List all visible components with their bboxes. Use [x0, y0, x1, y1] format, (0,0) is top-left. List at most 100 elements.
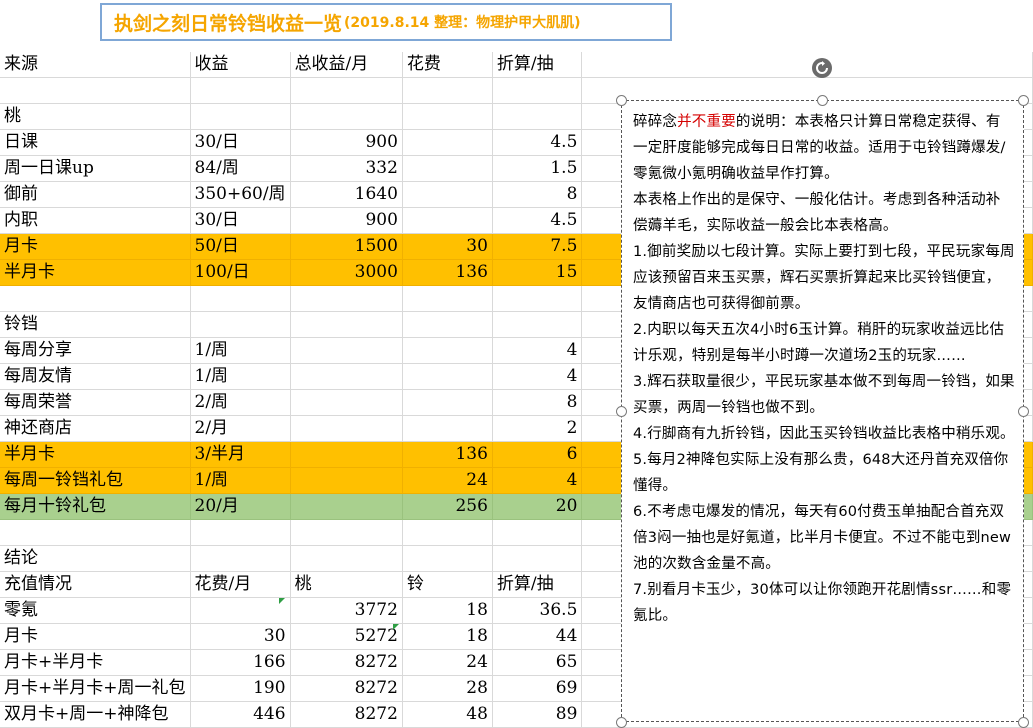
cell[interactable]: 4	[492, 363, 583, 390]
cell[interactable]: 100/日	[190, 259, 291, 286]
cell[interactable]: 4.5	[492, 129, 583, 156]
cell[interactable]: 256	[402, 493, 493, 520]
cell[interactable]: 来源	[0, 52, 191, 78]
cell[interactable]: 日课	[0, 129, 191, 156]
cell[interactable]: 每周一铃铛礼包	[0, 467, 191, 494]
cell[interactable]: 每周友情	[0, 363, 191, 390]
cell[interactable]: 50/日	[190, 233, 291, 260]
cell[interactable]: 24	[402, 467, 493, 494]
cell[interactable]: 每周分享	[0, 337, 191, 364]
cell[interactable]: 1/周	[190, 467, 291, 494]
cell[interactable]: 1.5	[492, 155, 583, 182]
cell[interactable]: 花费/月	[190, 571, 291, 598]
resize-handle-icon[interactable]	[817, 95, 828, 106]
cell[interactable]: 8272	[290, 675, 403, 702]
empty-cell[interactable]	[290, 285, 403, 312]
rotate-handle-icon[interactable]	[812, 58, 832, 78]
cell[interactable]: 15	[492, 259, 583, 286]
cell[interactable]: 2	[492, 415, 583, 442]
empty-cell[interactable]	[0, 519, 191, 546]
cell[interactable]	[402, 155, 493, 182]
cell[interactable]: 半月卡	[0, 441, 191, 468]
empty-cell[interactable]	[290, 519, 403, 546]
cell[interactable]	[402, 389, 493, 416]
cell[interactable]: 30	[402, 233, 493, 260]
cell[interactable]: 8272	[290, 649, 403, 676]
cell[interactable]: 月卡	[0, 233, 191, 260]
cell[interactable]: 18	[402, 597, 493, 624]
cell[interactable]	[190, 597, 291, 624]
empty-cell[interactable]	[492, 285, 583, 312]
cell[interactable]: 月卡+半月卡+周一礼包	[0, 675, 191, 702]
empty-cell[interactable]	[492, 519, 583, 546]
cell[interactable]: 18	[402, 623, 493, 650]
cell[interactable]: 332	[290, 155, 403, 182]
cell[interactable]: 65	[492, 649, 583, 676]
cell[interactable]: 折算/抽	[492, 571, 583, 598]
cell[interactable]: 周一日课up	[0, 155, 191, 182]
cell[interactable]: 48	[402, 701, 493, 728]
cell[interactable]: 神还商店	[0, 415, 191, 442]
empty-cell[interactable]	[190, 77, 291, 104]
cell[interactable]: 1500	[290, 233, 403, 260]
cell[interactable]: 8272	[290, 701, 403, 728]
cell[interactable]	[402, 363, 493, 390]
cell[interactable]: 7.5	[492, 233, 583, 260]
empty-cell[interactable]	[0, 77, 191, 104]
cell[interactable]	[290, 337, 403, 364]
cell[interactable]: 166	[190, 649, 291, 676]
cell[interactable]: 月卡	[0, 623, 191, 650]
cell[interactable]	[402, 415, 493, 442]
cell[interactable]: 3000	[290, 259, 403, 286]
cell[interactable]: 3772	[290, 597, 403, 624]
cell[interactable]: 半月卡	[0, 259, 191, 286]
empty-cell[interactable]	[190, 311, 291, 338]
cell[interactable]: 136	[402, 259, 493, 286]
cell[interactable]: 折算/抽	[492, 52, 583, 78]
empty-cell[interactable]	[581, 52, 1033, 78]
cell[interactable]: 20	[492, 493, 583, 520]
empty-cell[interactable]	[402, 311, 493, 338]
empty-cell[interactable]	[492, 311, 583, 338]
notes-textbox[interactable]: 碎碎念并不重要的说明：本表格只计算日常稳定获得、有一定肝度能够完成每日日常的收益…	[621, 100, 1024, 722]
cell[interactable]	[290, 493, 403, 520]
cell[interactable]: 花费	[402, 52, 493, 78]
cell[interactable]: 桃	[290, 571, 403, 598]
empty-cell[interactable]	[290, 77, 403, 104]
cell[interactable]: 30/日	[190, 129, 291, 156]
cell[interactable]: 5272	[290, 623, 403, 650]
empty-cell[interactable]	[290, 311, 403, 338]
resize-handle-icon[interactable]	[616, 717, 627, 728]
cell[interactable]: 月卡+半月卡	[0, 649, 191, 676]
empty-cell[interactable]	[190, 545, 291, 572]
cell[interactable]: 900	[290, 207, 403, 234]
cell[interactable]: 御前	[0, 181, 191, 208]
resize-handle-icon[interactable]	[1018, 717, 1029, 728]
cell[interactable]: 84/周	[190, 155, 291, 182]
cell[interactable]: 69	[492, 675, 583, 702]
cell[interactable]: 446	[190, 701, 291, 728]
cell[interactable]: 3/半月	[190, 441, 291, 468]
cell[interactable]: 36.5	[492, 597, 583, 624]
empty-cell[interactable]	[190, 103, 291, 130]
cell[interactable]	[402, 129, 493, 156]
cell[interactable]: 8	[492, 181, 583, 208]
section-label[interactable]: 铃铛	[0, 311, 191, 338]
cell[interactable]: 89	[492, 701, 583, 728]
cell[interactable]: 充值情况	[0, 571, 191, 598]
cell[interactable]: 2/周	[190, 389, 291, 416]
section-label[interactable]: 结论	[0, 545, 191, 572]
cell[interactable]: 零氪	[0, 597, 191, 624]
resize-handle-icon[interactable]	[616, 95, 627, 106]
cell[interactable]: 2/月	[190, 415, 291, 442]
cell[interactable]: 1640	[290, 181, 403, 208]
cell[interactable]: 6	[492, 441, 583, 468]
cell[interactable]: 24	[402, 649, 493, 676]
empty-cell[interactable]	[492, 545, 583, 572]
cell[interactable]: 4	[492, 337, 583, 364]
cell[interactable]	[402, 181, 493, 208]
cell[interactable]: 8	[492, 389, 583, 416]
empty-cell[interactable]	[492, 77, 583, 104]
empty-cell[interactable]	[190, 285, 291, 312]
cell[interactable]: 铃	[402, 571, 493, 598]
